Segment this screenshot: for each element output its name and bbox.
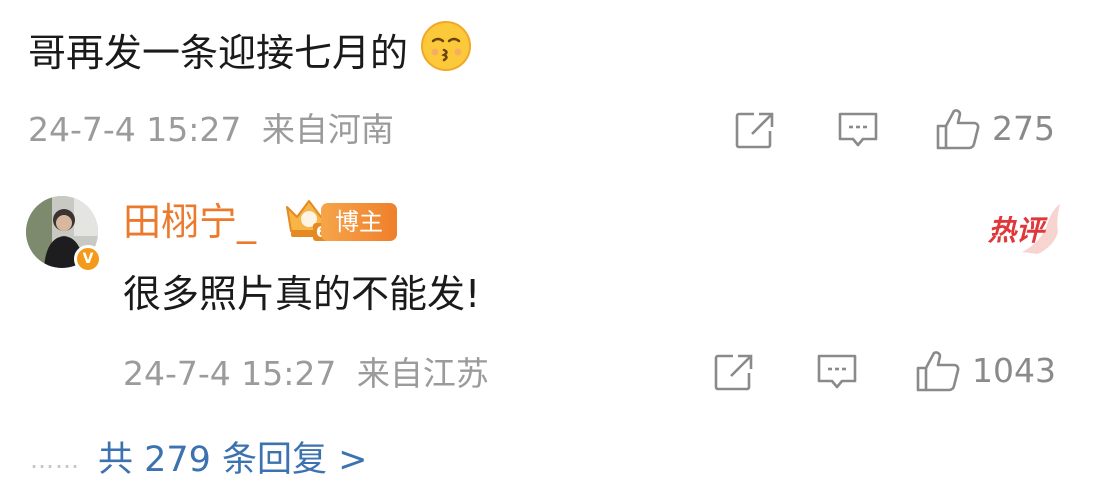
post-timestamp: 24-7-4 15:27 bbox=[28, 110, 242, 149]
comment-icon bbox=[817, 354, 857, 389]
reply-like-button[interactable]: 1043 bbox=[914, 349, 1056, 393]
reply-like-count: 1043 bbox=[972, 351, 1056, 390]
reply-share-button[interactable] bbox=[713, 352, 755, 392]
post-text-line: 哥再发一条迎接七月的 bbox=[28, 20, 472, 85]
reply-timestamp: 24-7-4 15:27 bbox=[123, 354, 337, 393]
reply-meta: 24-7-4 15:27 来自江苏 bbox=[123, 354, 489, 394]
share-icon bbox=[735, 112, 774, 149]
reply-location: 来自江苏 bbox=[356, 354, 489, 393]
reply-comment-button[interactable] bbox=[815, 352, 859, 392]
post-meta: 24-7-4 15:27 来自河南 bbox=[28, 110, 394, 150]
hot-label: 热评 bbox=[988, 214, 1045, 247]
post-like-count: 275 bbox=[992, 109, 1055, 148]
post-text: 哥再发一条迎接七月的 bbox=[28, 31, 409, 75]
more-replies-dots: …… bbox=[30, 446, 80, 474]
more-replies-label[interactable]: 共 279 条回复 > bbox=[98, 438, 368, 482]
comment-icon bbox=[838, 112, 878, 147]
verified-badge-icon: V bbox=[74, 245, 102, 273]
post-like-button[interactable]: 275 bbox=[934, 107, 1055, 151]
reply-text: 很多照片真的不能发! bbox=[123, 272, 481, 316]
reply-username[interactable]: 田栩宁_ bbox=[123, 198, 256, 246]
post-location: 来自河南 bbox=[261, 110, 394, 149]
post-comment-button[interactable] bbox=[836, 110, 880, 150]
thumbs-up-icon bbox=[916, 351, 960, 392]
more-replies-link[interactable]: …… 共 279 条回复 > bbox=[30, 438, 368, 482]
share-icon bbox=[714, 354, 753, 391]
thumbs-up-icon bbox=[936, 109, 980, 150]
post-share-button[interactable] bbox=[734, 110, 776, 150]
role-tag: 博主 bbox=[321, 203, 397, 241]
kissing-face-emoji-icon bbox=[420, 20, 472, 85]
